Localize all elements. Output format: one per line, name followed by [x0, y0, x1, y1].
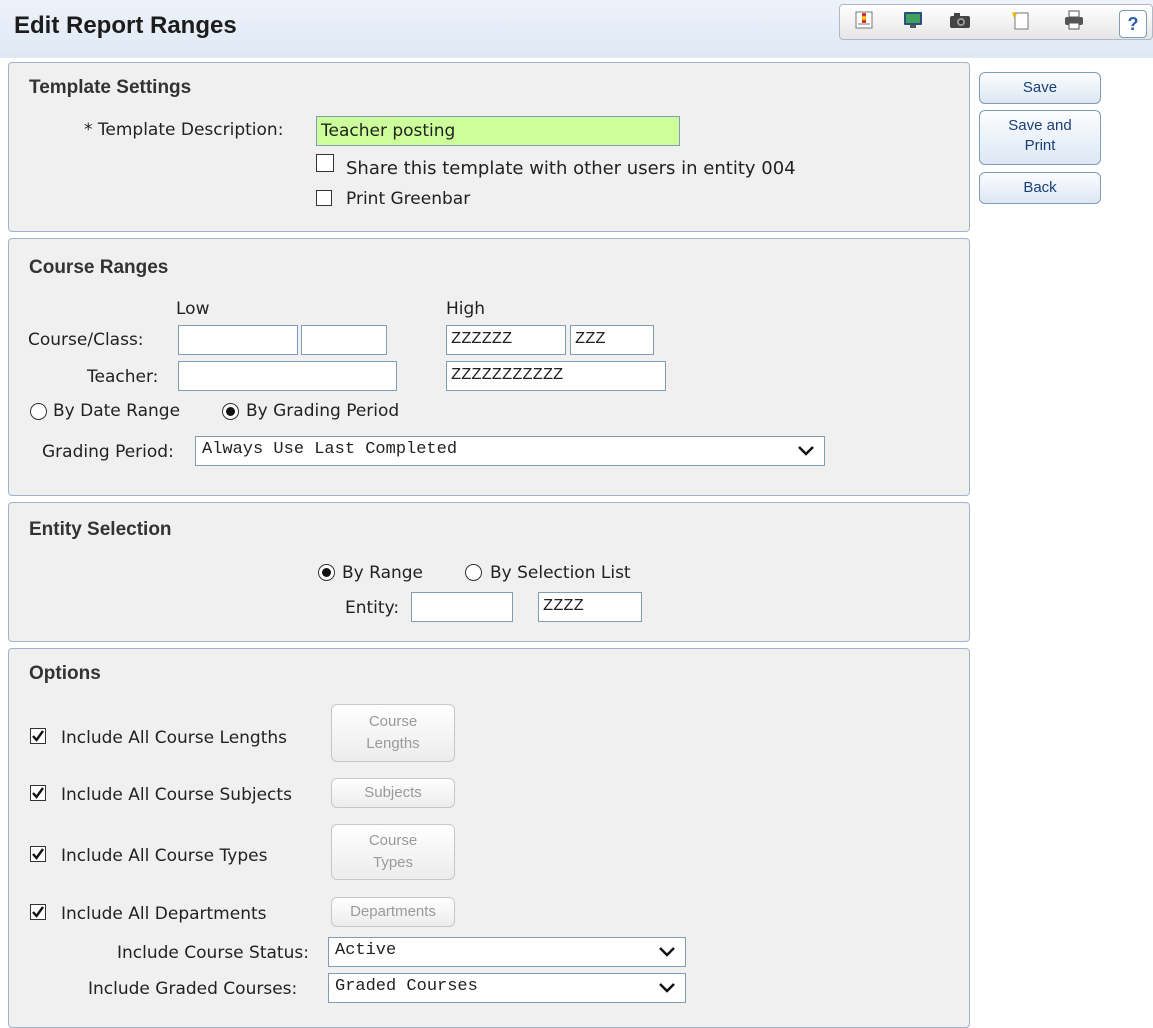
radio-selected-dot [226, 407, 235, 416]
new-document-icon[interactable] [1008, 8, 1034, 32]
teacher-label: Teacher: [87, 367, 159, 387]
save-and-print-button[interactable]: Save and Print [979, 110, 1101, 165]
course-types-checkbox[interactable] [30, 846, 46, 862]
course-lengths-button[interactable]: Course Lengths [331, 704, 455, 762]
template-settings-panel: Template Settings [8, 62, 970, 232]
radio-selected-dot [322, 568, 331, 577]
departments-button[interactable]: Departments [331, 897, 455, 927]
camera-icon[interactable] [947, 8, 973, 32]
course-class-label: Course/Class: [28, 330, 144, 350]
checkmark-icon [32, 787, 44, 799]
by-range-label: By Range [342, 563, 424, 583]
course-low-input[interactable] [178, 325, 298, 355]
save-button[interactable]: Save [979, 72, 1101, 104]
by-selection-list-label: By Selection List [490, 563, 631, 583]
teacher-low-input[interactable] [178, 361, 397, 391]
graded-courses-value: Graded Courses [335, 977, 478, 996]
entity-high-input[interactable]: ZZZZ [538, 592, 642, 622]
teacher-high-input[interactable]: ZZZZZZZZZZZ [446, 361, 666, 391]
high-header: High [446, 299, 486, 319]
by-grading-period-label: By Grading Period [246, 401, 400, 421]
course-lengths-label: Include All Course Lengths [61, 728, 288, 748]
course-status-select[interactable]: Active [328, 937, 686, 967]
options-title: Options [29, 663, 101, 684]
share-template-checkbox[interactable] [316, 154, 334, 172]
by-grading-period-radio[interactable] [222, 403, 239, 420]
chevron-down-icon [659, 983, 675, 993]
by-date-range-label: By Date Range [53, 401, 181, 421]
course-subjects-label: Include All Course Subjects [61, 785, 292, 805]
entity-low-input[interactable] [411, 592, 513, 622]
share-template-label: Share this template with other users in … [346, 158, 796, 179]
course-types-button[interactable]: Course Types [331, 824, 455, 880]
grading-period-value: Always Use Last Completed [202, 440, 458, 459]
toolbar [839, 4, 1153, 40]
graded-courses-select[interactable]: Graded Courses [328, 973, 686, 1003]
course-subjects-checkbox[interactable] [30, 785, 46, 801]
grading-period-label: Grading Period: [42, 442, 174, 462]
page-title: Edit Report Ranges [14, 12, 237, 39]
course-high-input[interactable]: ZZZZZZ [446, 325, 566, 355]
report-icon[interactable] [852, 8, 878, 32]
options-panel: Options [8, 648, 970, 1028]
class-low-input[interactable] [301, 325, 387, 355]
class-high-input[interactable]: ZZZ [570, 325, 654, 355]
print-greenbar-checkbox[interactable] [316, 190, 332, 206]
chevron-down-icon [659, 947, 675, 957]
departments-label: Include All Departments [61, 904, 267, 924]
by-range-radio[interactable] [318, 564, 335, 581]
checkmark-icon [32, 730, 44, 742]
entity-label: Entity: [345, 598, 400, 618]
printer-icon[interactable] [1061, 8, 1087, 32]
subjects-button[interactable]: Subjects [331, 778, 455, 808]
template-description-label: * Template Description: [84, 120, 284, 140]
departments-checkbox[interactable] [30, 904, 46, 920]
template-description-input[interactable]: Teacher posting [316, 116, 680, 146]
course-status-label: Include Course Status: [117, 943, 309, 963]
by-date-range-radio[interactable] [30, 403, 47, 420]
checkmark-icon [32, 848, 44, 860]
course-ranges-title: Course Ranges [29, 257, 169, 278]
monitor-icon[interactable] [900, 8, 926, 32]
course-lengths-checkbox[interactable] [30, 728, 46, 744]
print-greenbar-label: Print Greenbar [346, 189, 471, 209]
back-button[interactable]: Back [979, 172, 1101, 204]
low-header: Low [176, 299, 210, 319]
by-selection-list-radio[interactable] [465, 564, 482, 581]
graded-courses-label: Include Graded Courses: [88, 979, 298, 999]
chevron-down-icon [798, 446, 814, 456]
course-status-value: Active [335, 941, 397, 960]
checkmark-icon [32, 906, 44, 918]
grading-period-select[interactable]: Always Use Last Completed [195, 436, 825, 466]
template-settings-title: Template Settings [29, 77, 192, 98]
course-types-label: Include All Course Types [61, 846, 268, 866]
help-icon[interactable]: ? [1119, 10, 1147, 38]
entity-selection-title: Entity Selection [29, 519, 172, 540]
